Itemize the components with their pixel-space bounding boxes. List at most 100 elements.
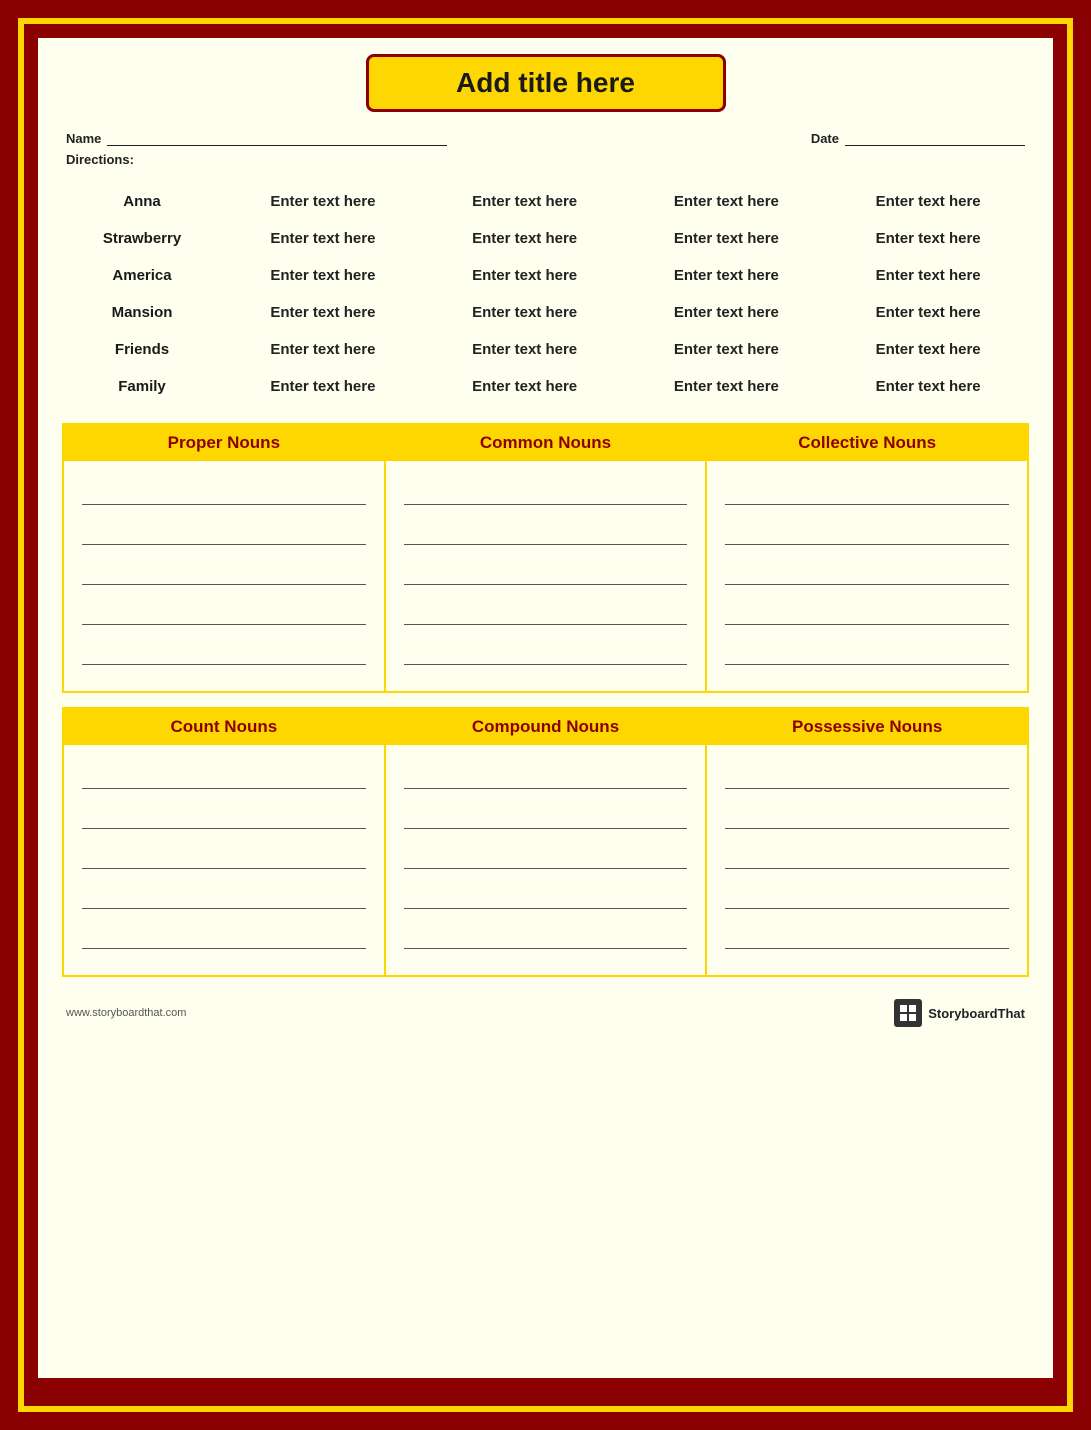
- entry-cell[interactable]: Enter text here: [626, 183, 828, 220]
- write-line[interactable]: [82, 633, 366, 665]
- write-line[interactable]: [82, 797, 366, 829]
- write-line[interactable]: [404, 553, 688, 585]
- title-box: Add title here: [366, 54, 726, 112]
- date-underline[interactable]: [845, 130, 1025, 146]
- write-line[interactable]: [82, 917, 366, 949]
- entry-cell[interactable]: Enter text here: [626, 257, 828, 294]
- table-row: AnnaEnter text hereEnter text hereEnter …: [62, 183, 1029, 220]
- entry-cell[interactable]: Enter text here: [424, 294, 626, 331]
- directions-label: Directions:: [62, 152, 1029, 167]
- table-row: AmericaEnter text hereEnter text hereEnt…: [62, 257, 1029, 294]
- write-line[interactable]: [82, 757, 366, 789]
- word-table: AnnaEnter text hereEnter text hereEnter …: [62, 183, 1029, 405]
- logo-text: StoryboardThat: [928, 1006, 1025, 1021]
- entry-cell[interactable]: Enter text here: [626, 294, 828, 331]
- entry-cell[interactable]: Enter text here: [827, 183, 1029, 220]
- entry-cell[interactable]: Enter text here: [222, 368, 424, 405]
- date-label: Date: [811, 131, 839, 146]
- write-line[interactable]: [725, 513, 1009, 545]
- entry-cell[interactable]: Enter text here: [827, 331, 1029, 368]
- outer-border: Add title here Name Date Directions: Ann…: [18, 18, 1073, 1412]
- write-line[interactable]: [82, 837, 366, 869]
- category-header: Common Nouns: [386, 425, 706, 461]
- write-line[interactable]: [82, 593, 366, 625]
- entry-cell[interactable]: Enter text here: [424, 331, 626, 368]
- entry-cell[interactable]: Enter text here: [424, 183, 626, 220]
- category-header: Count Nouns: [64, 709, 384, 745]
- write-line[interactable]: [404, 473, 688, 505]
- entry-cell[interactable]: Enter text here: [222, 294, 424, 331]
- write-line[interactable]: [725, 877, 1009, 909]
- word-cell: Strawberry: [62, 220, 222, 257]
- entry-cell[interactable]: Enter text here: [222, 183, 424, 220]
- write-line[interactable]: [404, 633, 688, 665]
- write-line[interactable]: [725, 837, 1009, 869]
- category-header: Proper Nouns: [64, 425, 384, 461]
- write-line[interactable]: [404, 917, 688, 949]
- write-line[interactable]: [404, 797, 688, 829]
- category-body: [707, 461, 1027, 691]
- write-line[interactable]: [82, 473, 366, 505]
- entry-cell[interactable]: Enter text here: [827, 220, 1029, 257]
- page-title: Add title here: [409, 67, 683, 99]
- category-column: Proper Nouns: [64, 425, 386, 691]
- write-line[interactable]: [725, 553, 1009, 585]
- table-row: FriendsEnter text hereEnter text hereEnt…: [62, 331, 1029, 368]
- entry-cell[interactable]: Enter text here: [827, 368, 1029, 405]
- name-date-row: Name Date: [62, 130, 1029, 146]
- write-line[interactable]: [725, 633, 1009, 665]
- word-cell: Friends: [62, 331, 222, 368]
- name-underline[interactable]: [107, 130, 447, 146]
- footer-url: www.storyboardthat.com: [66, 1007, 186, 1019]
- category-body: [707, 745, 1027, 975]
- write-line[interactable]: [725, 797, 1009, 829]
- entry-cell[interactable]: Enter text here: [424, 257, 626, 294]
- bottom-categories-row: Count NounsCompound NounsPossessive Noun…: [62, 707, 1029, 977]
- entry-cell[interactable]: Enter text here: [222, 331, 424, 368]
- category-header: Collective Nouns: [707, 425, 1027, 461]
- write-line[interactable]: [82, 553, 366, 585]
- category-header: Compound Nouns: [386, 709, 706, 745]
- category-body: [386, 745, 706, 975]
- category-body: [64, 745, 384, 975]
- write-line[interactable]: [404, 593, 688, 625]
- entry-cell[interactable]: Enter text here: [626, 331, 828, 368]
- entry-cell[interactable]: Enter text here: [626, 220, 828, 257]
- category-column: Collective Nouns: [707, 425, 1027, 691]
- write-line[interactable]: [82, 877, 366, 909]
- category-body: [386, 461, 706, 691]
- category-header: Possessive Nouns: [707, 709, 1027, 745]
- write-line[interactable]: [404, 877, 688, 909]
- write-line[interactable]: [725, 473, 1009, 505]
- write-line[interactable]: [725, 757, 1009, 789]
- category-column: Possessive Nouns: [707, 709, 1027, 975]
- entry-cell[interactable]: Enter text here: [626, 368, 828, 405]
- top-categories-row: Proper NounsCommon NounsCollective Nouns: [62, 423, 1029, 693]
- table-row: StrawberryEnter text hereEnter text here…: [62, 220, 1029, 257]
- entry-cell[interactable]: Enter text here: [222, 220, 424, 257]
- entry-cell[interactable]: Enter text here: [222, 257, 424, 294]
- category-column: Common Nouns: [386, 425, 708, 691]
- write-line[interactable]: [404, 757, 688, 789]
- footer-logo: StoryboardThat: [894, 999, 1025, 1027]
- category-column: Count Nouns: [64, 709, 386, 975]
- write-line[interactable]: [82, 513, 366, 545]
- word-cell: America: [62, 257, 222, 294]
- table-row: FamilyEnter text hereEnter text hereEnte…: [62, 368, 1029, 405]
- category-body: [64, 461, 384, 691]
- write-line[interactable]: [725, 593, 1009, 625]
- entry-cell[interactable]: Enter text here: [424, 368, 626, 405]
- entry-cell[interactable]: Enter text here: [424, 220, 626, 257]
- date-field: Date: [811, 130, 1025, 146]
- name-field: Name: [66, 130, 447, 146]
- word-cell: Anna: [62, 183, 222, 220]
- entry-cell[interactable]: Enter text here: [827, 257, 1029, 294]
- write-line[interactable]: [725, 917, 1009, 949]
- write-line[interactable]: [404, 513, 688, 545]
- entry-cell[interactable]: Enter text here: [827, 294, 1029, 331]
- write-line[interactable]: [404, 837, 688, 869]
- word-cell: Mansion: [62, 294, 222, 331]
- category-column: Compound Nouns: [386, 709, 708, 975]
- logo-icon: [894, 999, 922, 1027]
- table-row: MansionEnter text hereEnter text hereEnt…: [62, 294, 1029, 331]
